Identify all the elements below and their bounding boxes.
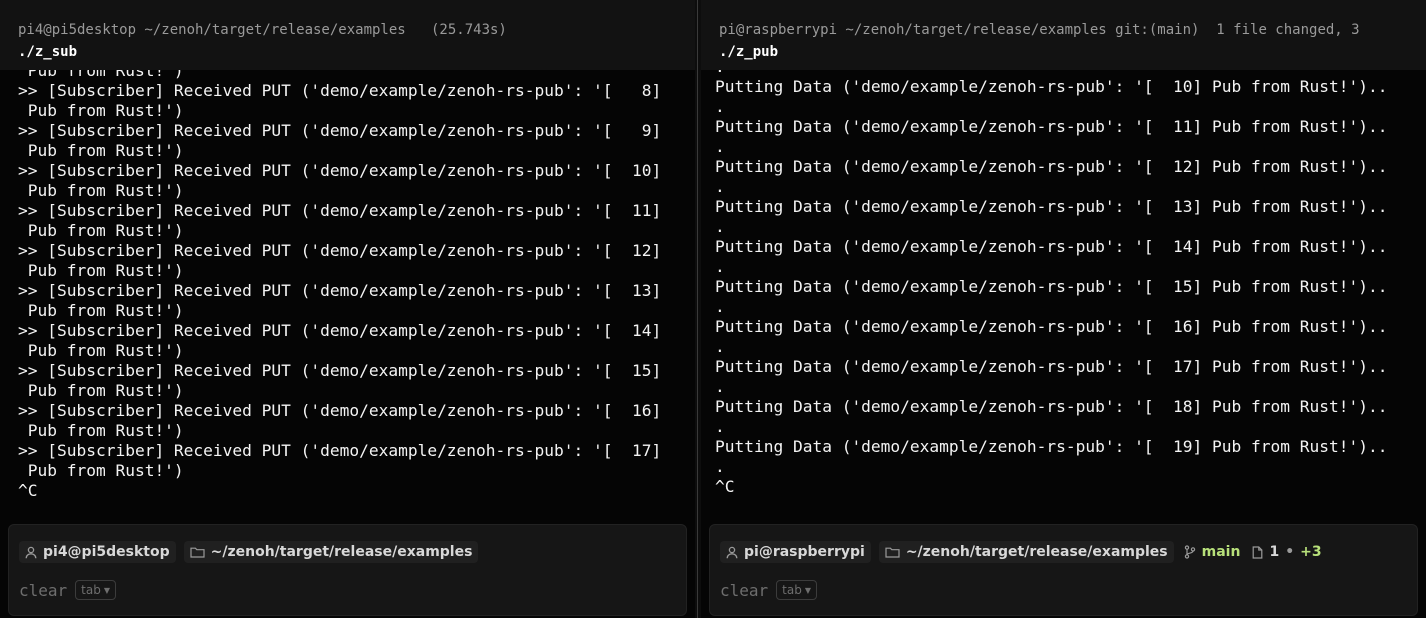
left-user-label: pi4@pi5desktop	[43, 544, 170, 560]
right-output-line: .	[715, 457, 725, 476]
left-output-line: >> [Subscriber] Received PUT ('demo/exam…	[18, 241, 662, 260]
left-output-line: Pub from Rust!')	[18, 261, 184, 280]
right-branch-label: main	[1201, 544, 1241, 560]
user-icon	[25, 546, 37, 559]
right-output-line: Putting Data ('demo/example/zenoh-rs-pub…	[715, 357, 1388, 376]
right-output-line: ^C	[715, 477, 735, 496]
right-command-row[interactable]: clear tab ▼	[720, 580, 818, 600]
right-command-suggestion: clear	[720, 580, 769, 600]
left-output-line: Pub from Rust!')	[18, 181, 184, 200]
left-output-line: >> [Subscriber] Received PUT ('demo/exam…	[18, 281, 662, 300]
right-output-line: Putting Data ('demo/example/zenoh-rs-pub…	[715, 77, 1388, 96]
right-block-header: pi@raspberrypi ~/zenoh/target/release/ex…	[701, 0, 1426, 70]
git-branch-icon	[1184, 545, 1196, 559]
left-output-line: Pub from Rust!')	[18, 141, 184, 160]
left-output-line: >> [Subscriber] Received PUT ('demo/exam…	[18, 201, 662, 220]
file-icon	[1252, 545, 1263, 559]
left-input-editor[interactable]: pi4@pi5desktop ~/zenoh/target/release/ex…	[8, 524, 687, 616]
left-block-header: pi4@pi5desktop ~/zenoh/target/release/ex…	[0, 0, 695, 70]
right-output-line: Putting Data ('demo/example/zenoh-rs-pub…	[715, 277, 1388, 296]
left-output-line: >> [Subscriber] Received PUT ('demo/exam…	[18, 81, 662, 100]
right-output-line: Putting Data ('demo/example/zenoh-rs-pub…	[715, 157, 1388, 176]
right-path-chip[interactable]: ~/zenoh/target/release/examples	[878, 541, 1174, 563]
left-header-prompt: pi4@pi5desktop ~/zenoh/target/release/ex…	[18, 22, 507, 38]
left-tab-hint[interactable]: tab ▼	[75, 580, 117, 600]
right-output-line: Putting Data ('demo/example/zenoh-rs-pub…	[715, 397, 1388, 416]
left-output-line: >> [Subscriber] Received PUT ('demo/exam…	[18, 401, 662, 420]
left-command-suggestion: clear	[19, 580, 68, 600]
left-user-chip[interactable]: pi4@pi5desktop	[19, 541, 176, 563]
left-path-label: ~/zenoh/target/release/examples	[210, 544, 473, 560]
right-tab-hint[interactable]: tab ▼	[776, 580, 818, 600]
left-output-line: Pub from Rust!')	[18, 341, 184, 360]
right-path-label: ~/zenoh/target/release/examples	[905, 544, 1168, 560]
right-context-chips: pi@raspberrypi ~/zenoh/target/release/ex…	[720, 541, 1324, 563]
right-output-line: Putting Data ('demo/example/zenoh-rs-pub…	[715, 197, 1388, 216]
right-output-area[interactable]: .Putting Data ('demo/example/zenoh-rs-pu…	[701, 70, 1426, 522]
left-path-chip[interactable]: ~/zenoh/target/release/examples	[183, 541, 479, 563]
right-output-line: .	[715, 70, 1387, 77]
right-user-label: pi@raspberrypi	[744, 544, 865, 560]
right-output-line: Putting Data ('demo/example/zenoh-rs-pub…	[715, 317, 1388, 336]
left-header-command: ./z_sub	[18, 44, 78, 60]
left-output-line: Pub from Rust!')	[18, 70, 184, 80]
right-tab-label: tab	[782, 583, 802, 597]
left-output-line: >> [Subscriber] Received PUT ('demo/exam…	[18, 121, 662, 140]
right-output-line: Putting Data ('demo/example/zenoh-rs-pub…	[715, 437, 1388, 456]
left-output-line: Pub from Rust!')	[18, 301, 184, 320]
right-diff-separator: •	[1285, 544, 1295, 560]
right-output-line: .	[715, 257, 725, 276]
right-header-prompt: pi@raspberrypi ~/zenoh/target/release/ex…	[719, 22, 1360, 38]
left-output-lines: Pub from Rust!') >> [Subscriber] Received…	[18, 70, 661, 501]
chevron-down-icon: ▼	[804, 585, 812, 595]
right-input-editor[interactable]: pi@raspberrypi ~/zenoh/target/release/ex…	[709, 524, 1418, 616]
folder-icon	[885, 546, 900, 558]
chevron-down-icon: ▼	[103, 585, 111, 595]
left-context-chips: pi4@pi5desktop ~/zenoh/target/release/ex…	[19, 541, 479, 563]
right-additions: +3	[1300, 544, 1322, 560]
right-user-chip[interactable]: pi@raspberrypi	[720, 541, 871, 563]
right-header-command: ./z_pub	[719, 44, 779, 60]
left-output-line: Pub from Rust!')	[18, 421, 184, 440]
right-changed-count: 1	[1269, 544, 1280, 560]
right-output-line: .	[715, 97, 725, 116]
left-output-line: Pub from Rust!')	[18, 461, 184, 480]
right-output-line: Putting Data ('demo/example/zenoh-rs-pub…	[715, 117, 1388, 136]
left-output-line: >> [Subscriber] Received PUT ('demo/exam…	[18, 321, 662, 340]
user-icon	[726, 546, 738, 559]
right-output-line: .	[715, 417, 725, 436]
right-output-line: .	[715, 337, 725, 356]
left-command-row[interactable]: clear tab ▼	[19, 580, 117, 600]
right-terminal-pane[interactable]: pi@raspberrypi ~/zenoh/target/release/ex…	[701, 0, 1426, 618]
left-output-line: >> [Subscriber] Received PUT ('demo/exam…	[18, 161, 662, 180]
right-output-line: .	[715, 297, 725, 316]
left-output-line: Pub from Rust!')	[18, 381, 184, 400]
left-terminal-pane[interactable]: pi4@pi5desktop ~/zenoh/target/release/ex…	[0, 0, 695, 618]
folder-icon	[190, 546, 205, 558]
right-git-branch-chip[interactable]: main	[1182, 541, 1243, 563]
right-output-lines: .Putting Data ('demo/example/zenoh-rs-pu…	[715, 70, 1387, 497]
left-output-line: >> [Subscriber] Received PUT ('demo/exam…	[18, 441, 662, 460]
right-output-line: .	[715, 217, 725, 236]
left-output-line: ^C	[18, 481, 38, 500]
left-output-line: Pub from Rust!')	[18, 221, 184, 240]
left-output-line: >> [Subscriber] Received PUT ('demo/exam…	[18, 361, 662, 380]
left-output-line: Pub from Rust!')	[18, 101, 184, 120]
right-diff-chip[interactable]: 1 • +3	[1250, 541, 1323, 563]
right-output-line: .	[715, 177, 725, 196]
left-output-area[interactable]: Pub from Rust!') >> [Subscriber] Received…	[0, 70, 695, 522]
right-output-line: Putting Data ('demo/example/zenoh-rs-pub…	[715, 237, 1388, 256]
left-tab-label: tab	[81, 583, 101, 597]
right-output-line: .	[715, 137, 725, 156]
right-output-line: .	[715, 377, 725, 396]
